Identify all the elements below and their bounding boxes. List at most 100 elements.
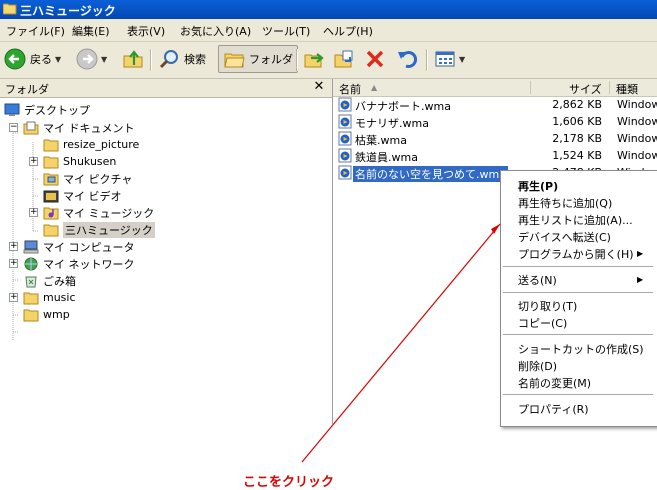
menu-item-send-to[interactable]: 送る(N) bbox=[518, 272, 557, 288]
column-divider[interactable] bbox=[530, 81, 531, 94]
wma-file-icon bbox=[338, 114, 352, 129]
menu-item-copy[interactable]: コピー(C) bbox=[518, 315, 567, 331]
context-menu: 再生(P) 再生待ちに追加(Q) 再生リストに追加(A)... デバイスへ転送(… bbox=[500, 170, 657, 427]
wma-file-icon bbox=[338, 148, 352, 163]
file-row[interactable]: 枯葉.wma 2,178 KB Windows bbox=[333, 130, 657, 147]
dropdown-arrow-icon[interactable]: ▼ bbox=[459, 55, 465, 64]
file-name: 鉄道員.wma bbox=[355, 151, 418, 164]
folders-label: フォルダ bbox=[249, 53, 293, 66]
column-divider[interactable] bbox=[609, 81, 610, 94]
toolbar-separator bbox=[150, 49, 152, 71]
tree-item-desktop[interactable]: デスクトップ bbox=[4, 101, 90, 118]
menu-item-play[interactable]: 再生(P) bbox=[518, 178, 558, 194]
menu-item-open-with[interactable]: プログラムから開く(H) bbox=[518, 246, 634, 262]
tree-label: music bbox=[43, 291, 76, 304]
file-row[interactable]: バナナボート.wma 2,862 KB Windows bbox=[333, 96, 657, 113]
tree-item-shukusen[interactable]: Shukusen bbox=[43, 153, 116, 170]
dropdown-arrow-icon[interactable]: ▼ bbox=[101, 55, 107, 64]
expand-icon[interactable]: + bbox=[9, 259, 18, 268]
back-button[interactable]: 戻る ▼ bbox=[4, 46, 61, 72]
tree-item-resize-picture[interactable]: resize_picture bbox=[43, 136, 139, 153]
search-button[interactable]: 検索 bbox=[158, 46, 206, 72]
file-name: バナナボート.wma bbox=[355, 100, 451, 113]
tree-item-music[interactable]: music bbox=[23, 289, 76, 306]
tree-item-my-pictures[interactable]: マイ ピクチャ bbox=[43, 170, 132, 187]
dropdown-arrow-icon[interactable]: ▼ bbox=[55, 55, 61, 64]
expand-icon[interactable]: + bbox=[29, 208, 38, 217]
menu-item-add-to-queue[interactable]: 再生待ちに追加(Q) bbox=[518, 195, 612, 211]
folder-icon bbox=[43, 156, 59, 168]
file-size: 2,178 KB bbox=[552, 132, 602, 145]
menu-item-properties[interactable]: プロパティ(R) bbox=[518, 401, 589, 417]
wma-file-icon bbox=[338, 97, 352, 112]
tree-item-my-music[interactable]: マイ ミュージック bbox=[43, 204, 154, 221]
sort-ascending-icon: ▲ bbox=[371, 83, 378, 92]
menu-separator bbox=[503, 266, 653, 267]
tree-label: マイ コンピュータ bbox=[43, 240, 135, 254]
file-row[interactable]: モナリザ.wma 1,606 KB Windows bbox=[333, 113, 657, 130]
tree-item-wmp[interactable]: wmp bbox=[23, 306, 70, 323]
menu-bar: ファイル(F) 編集(E) 表示(V) お気に入り(A) ツール(T) ヘルプ(… bbox=[0, 19, 657, 42]
up-folder-button[interactable] bbox=[122, 46, 144, 72]
up-folder-icon bbox=[123, 50, 143, 68]
menu-separator bbox=[503, 334, 653, 335]
menu-item-cut[interactable]: 切り取り(T) bbox=[518, 298, 577, 314]
title-bar[interactable]: 三ハミュージック bbox=[0, 0, 657, 19]
menu-item-transfer-to-device[interactable]: デバイスへ転送(C) bbox=[518, 229, 611, 245]
expand-icon[interactable]: + bbox=[29, 157, 38, 166]
my-network-icon bbox=[24, 257, 38, 270]
tree-item-my-videos[interactable]: マイ ビデオ bbox=[43, 187, 122, 204]
column-type[interactable]: 種類 bbox=[616, 81, 638, 97]
column-name[interactable]: 名前 bbox=[339, 81, 361, 97]
tree-label: ごみ箱 bbox=[43, 274, 76, 288]
folder-icon bbox=[43, 224, 59, 236]
menu-view[interactable]: 表示(V) bbox=[127, 23, 165, 39]
folder-icon bbox=[23, 309, 39, 321]
back-label: 戻る bbox=[30, 53, 52, 66]
menu-edit[interactable]: 編集(E) bbox=[72, 23, 110, 39]
forward-button[interactable]: ▼ bbox=[76, 46, 107, 72]
menu-separator bbox=[503, 394, 653, 395]
forward-arrow-icon bbox=[76, 48, 98, 70]
views-button[interactable]: ▼ bbox=[434, 46, 465, 72]
menu-item-add-to-playlist[interactable]: 再生リストに追加(A)... bbox=[518, 212, 633, 228]
menu-item-delete[interactable]: 削除(D) bbox=[518, 358, 557, 374]
undo-icon bbox=[398, 50, 418, 68]
expand-icon[interactable]: + bbox=[9, 242, 18, 251]
toolbar-separator bbox=[426, 49, 428, 71]
column-header: 名前 ▲ サイズ 種類 bbox=[333, 79, 657, 97]
menu-item-rename[interactable]: 名前の変更(M) bbox=[518, 375, 591, 391]
tree-label: resize_picture bbox=[63, 138, 140, 151]
folder-icon bbox=[3, 3, 17, 15]
expand-icon[interactable]: + bbox=[9, 293, 18, 302]
tree-item-my-network[interactable]: マイ ネットワーク bbox=[23, 255, 135, 272]
delete-button[interactable] bbox=[364, 46, 386, 72]
tree-item-my-documents[interactable]: マイ ドキュメント bbox=[23, 119, 135, 136]
tree-item-my-computer[interactable]: マイ コンピュータ bbox=[23, 238, 135, 255]
copy-to-button[interactable] bbox=[333, 46, 355, 72]
desktop-icon bbox=[4, 103, 20, 116]
folders-button[interactable]: フォルダ bbox=[218, 45, 298, 73]
file-name: モナリザ.wma bbox=[355, 117, 429, 130]
annotation-label: ここをクリック bbox=[243, 475, 335, 490]
folder-pane: フォルダ ✕ デスクトップ − マイ ドキュメント resize_picture… bbox=[0, 79, 333, 424]
close-icon[interactable]: ✕ bbox=[312, 79, 326, 95]
collapse-icon[interactable]: − bbox=[9, 123, 18, 132]
tree-label: wmp bbox=[43, 308, 70, 321]
menu-tools[interactable]: ツール(T) bbox=[262, 23, 310, 39]
menu-favorites[interactable]: お気に入り(A) bbox=[180, 23, 251, 39]
move-to-button[interactable] bbox=[303, 46, 325, 72]
tree-item-recycle-bin[interactable]: ごみ箱 bbox=[23, 272, 76, 289]
menu-help[interactable]: ヘルプ(H) bbox=[323, 23, 373, 39]
my-music-icon bbox=[43, 207, 59, 219]
menu-item-create-shortcut[interactable]: ショートカットの作成(S) bbox=[518, 341, 644, 357]
submenu-arrow-icon: ▶ bbox=[637, 249, 644, 258]
undo-button[interactable] bbox=[396, 46, 418, 72]
tree-item-sanha-music[interactable]: 三ハミュージック bbox=[43, 221, 155, 238]
file-row[interactable]: 鉄道員.wma 1,524 KB Windows bbox=[333, 147, 657, 164]
search-icon bbox=[159, 50, 178, 69]
column-size[interactable]: サイズ bbox=[569, 81, 602, 97]
menu-file[interactable]: ファイル(F) bbox=[6, 23, 65, 39]
menu-separator bbox=[503, 292, 653, 293]
tree-label: マイ ミュージック bbox=[63, 206, 155, 220]
